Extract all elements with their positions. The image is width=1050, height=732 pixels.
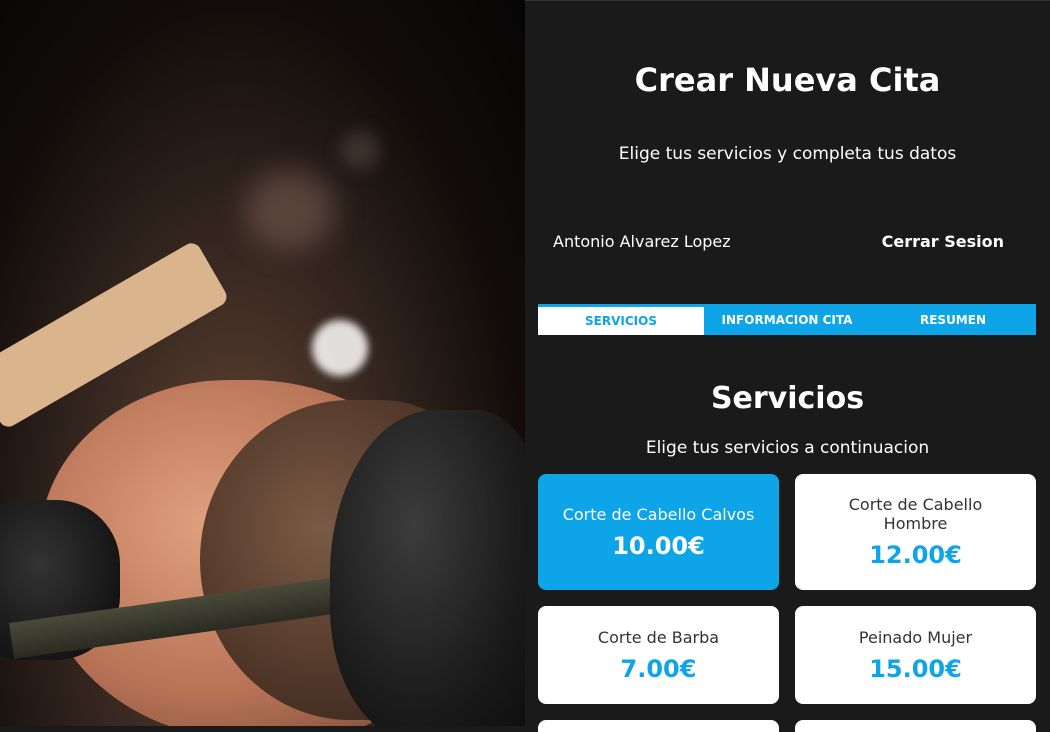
tab-servicios[interactable]: Servicios: [538, 304, 704, 335]
services-grid: Corte de Cabello Calvos 10.00€ Corte de …: [538, 474, 1036, 704]
service-card-partial[interactable]: [795, 720, 1036, 732]
service-name: Peinado Mujer: [858, 627, 973, 647]
service-price: 10.00€: [612, 531, 705, 560]
logout-link[interactable]: Cerrar Sesion: [882, 232, 1004, 251]
page-subtitle: Elige tus servicios y completa tus datos: [618, 144, 957, 164]
service-name: Corte de Barba: [597, 627, 720, 647]
service-card-partial[interactable]: [538, 720, 779, 732]
page-title: Crear Nueva Cita: [634, 61, 941, 99]
services-subtitle: Elige tus servicios a continuacion: [645, 438, 930, 458]
step-tabs: Servicios Informacion Cita Resumen: [538, 304, 1036, 335]
service-price: 15.00€: [869, 654, 962, 683]
service-card[interactable]: Corte de Cabello Calvos 10.00€: [538, 474, 779, 590]
user-name: Antonio Alvarez Lopez: [553, 232, 731, 251]
tab-informacion-cita[interactable]: Informacion Cita: [704, 304, 870, 335]
appointment-panel: Crear Nueva Cita Elige tus servicios y c…: [525, 0, 1050, 732]
hero-image: [0, 0, 525, 726]
service-price: 12.00€: [869, 541, 962, 569]
service-name: Corte de Cabello Hombre: [848, 495, 983, 533]
service-price: 7.00€: [620, 654, 697, 683]
bokeh-light: [312, 320, 368, 376]
service-name: Corte de Cabello Calvos: [562, 504, 755, 524]
service-card[interactable]: Corte de Barba 7.00€: [538, 606, 779, 704]
service-card[interactable]: Corte de Cabello Hombre 12.00€: [795, 474, 1036, 590]
bokeh-light: [245, 170, 335, 250]
service-card[interactable]: Peinado Mujer 15.00€: [795, 606, 1036, 704]
services-title: Servicios: [710, 381, 865, 416]
tab-resumen[interactable]: Resumen: [870, 304, 1036, 335]
bokeh-light: [340, 130, 380, 170]
